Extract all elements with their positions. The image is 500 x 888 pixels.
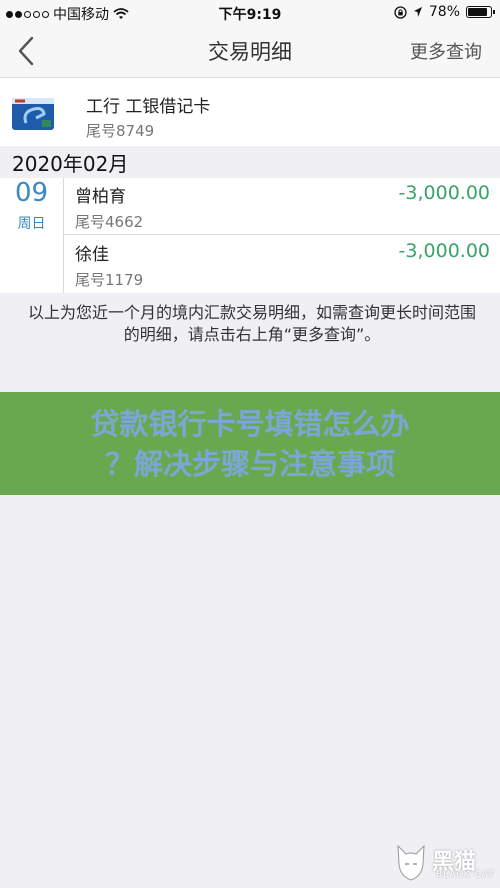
payee-name: 徐佳: [75, 245, 109, 265]
month-header: 2020年02月: [0, 146, 500, 178]
date-column: 09 周日: [0, 178, 64, 293]
payee-name: 曾柏育: [75, 187, 126, 207]
banner-text: 贷款银行卡号填错怎么办 ？解决步骤与注意事项: [0, 404, 500, 484]
transaction-amount: -3,000.00: [398, 182, 490, 204]
more-query-button[interactable]: 更多查询: [410, 38, 482, 64]
transaction-amount: -3,000.00: [398, 240, 490, 262]
battery-icon: [466, 6, 495, 18]
banner-line-1: 贷款银行卡号填错怎么办: [90, 407, 410, 441]
bank-card-row[interactable]: 工行 工银借记卡 尾号8749: [0, 78, 500, 146]
bank-card-icon: [12, 98, 54, 130]
info-note: 以上为您近一个月的境内汇款交易明细，如需查询更长时间范围的明细，请点击右上角“更…: [27, 303, 476, 344]
status-right: 78%: [394, 4, 495, 20]
black-cat-logo-icon: [397, 844, 425, 881]
status-bar: 中国移动 下午9:19 78%: [0, 0, 500, 26]
date-weekday: 周日: [17, 216, 46, 232]
card-tail-number: 尾号8749: [86, 122, 155, 140]
lock-rotation-icon: [394, 5, 407, 19]
payee-tail-number: 尾号4662: [75, 213, 144, 231]
transaction-row[interactable]: 曾柏育 尾号4662 -3,000.00: [64, 178, 500, 235]
watermark: 黑猫 BLACK CAT: [392, 842, 496, 886]
watermark-en: BLACK CAT: [436, 870, 495, 880]
payee-tail-number: 尾号1179: [75, 271, 144, 289]
transaction-group: 09 周日 曾柏育 尾号4662 -3,000.00 徐佳 尾号1179 -3,…: [0, 178, 500, 293]
transaction-row[interactable]: 徐佳 尾号1179 -3,000.00: [64, 236, 500, 293]
location-icon: [413, 7, 422, 17]
card-name: 工行 工银借记卡: [86, 97, 211, 117]
banner-line-2: ？解决步骤与注意事项: [104, 447, 395, 481]
date-day: 09: [14, 178, 49, 208]
battery-percent: 78%: [428, 4, 460, 20]
overlay-banner: 贷款银行卡号填错怎么办 ？解决步骤与注意事项: [0, 392, 500, 495]
month-label: 2020年02月: [12, 152, 129, 176]
nav-bar: 交易明细 更多查询: [0, 26, 500, 78]
